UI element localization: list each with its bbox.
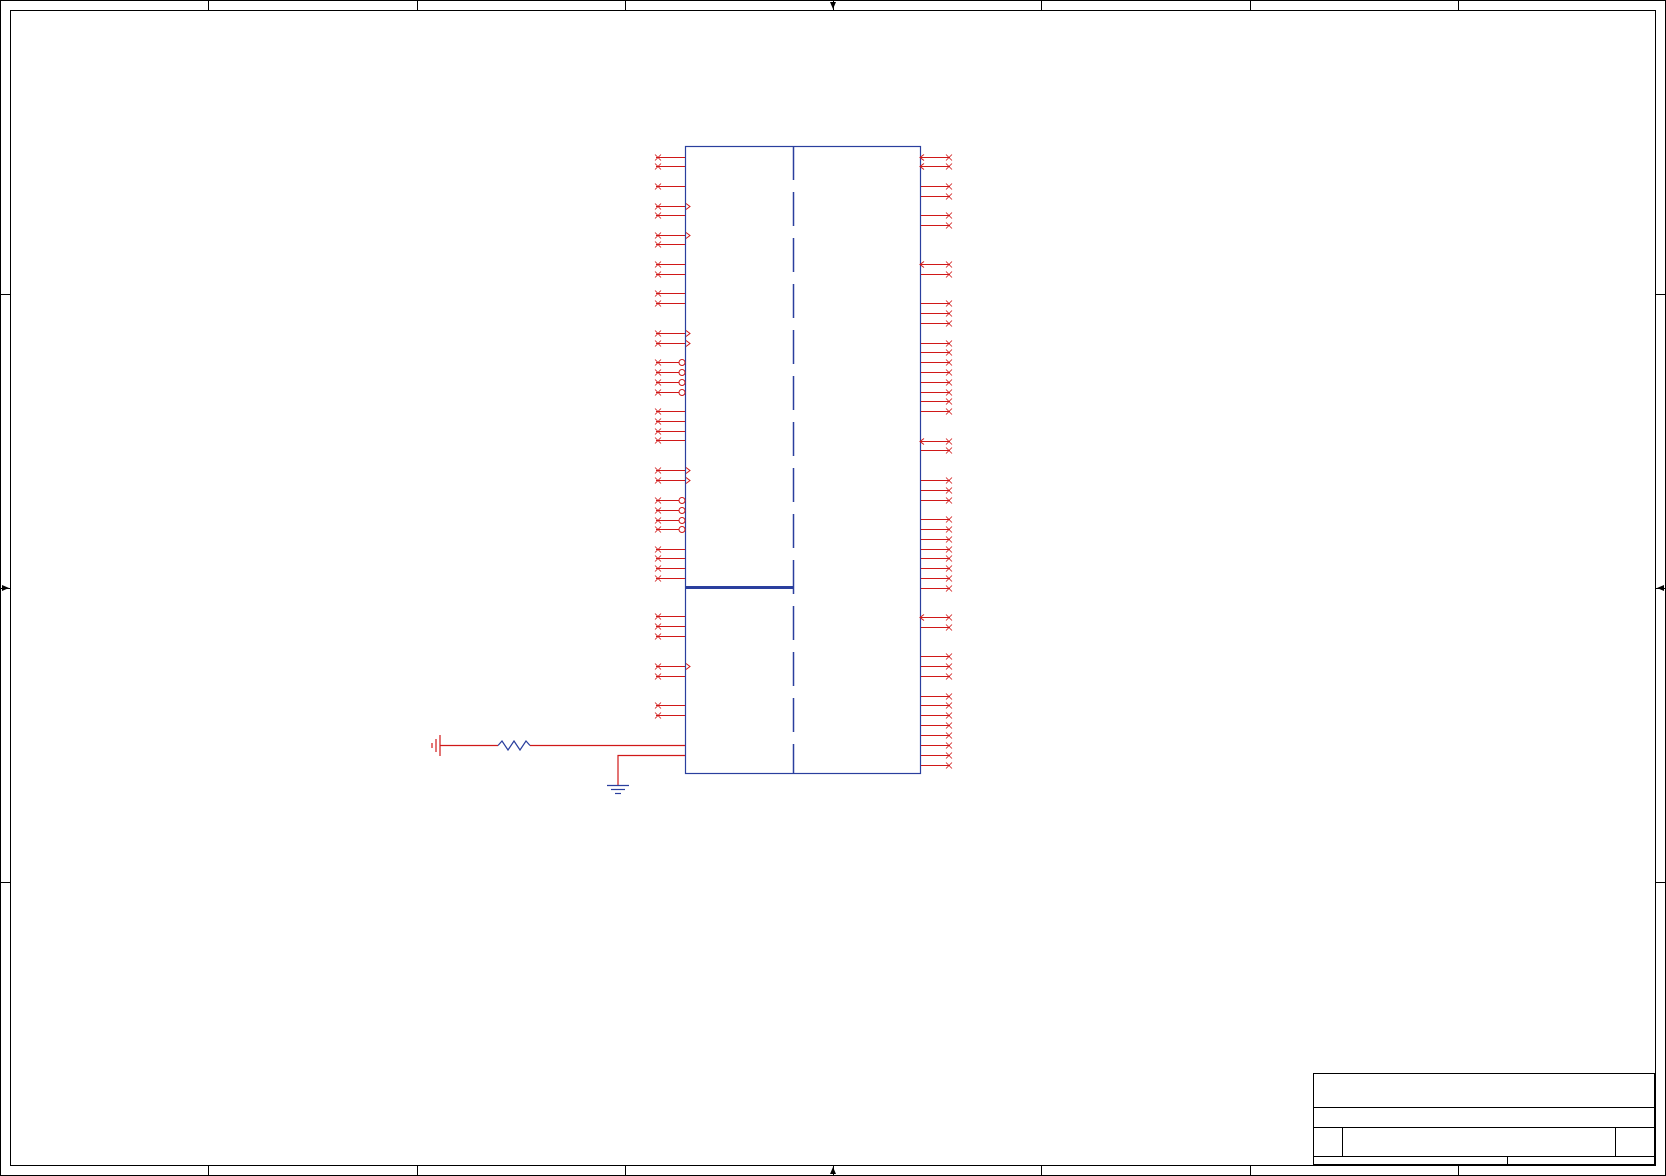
schematic-sheet (0, 0, 1666, 1176)
center-arrows (2, 2, 1664, 1174)
inversion-bubble (678, 389, 686, 396)
schematic-canvas (0, 0, 1666, 1176)
inversion-bubble (678, 497, 686, 504)
arrow-right (1657, 585, 1664, 591)
inner-border (10, 10, 1656, 1166)
left-pins (654, 154, 691, 719)
inversion-bubble (678, 359, 686, 366)
inversion-bubble (678, 517, 686, 524)
arrow-left (2, 585, 9, 591)
sheet-frame (0, 0, 1666, 1176)
wire-ground (617, 754, 685, 785)
ic-component[interactable] (684, 145, 922, 775)
title-block (1313, 1073, 1655, 1165)
inversion-bubble (678, 507, 686, 514)
inversion-bubble (678, 379, 686, 386)
ic-body[interactable] (684, 145, 922, 775)
input-arrow (685, 232, 691, 239)
resistor[interactable] (497, 739, 531, 752)
input-arrow (685, 203, 691, 210)
arrow-bottom (830, 1167, 836, 1174)
input-arrow (685, 663, 691, 670)
ground-left-symbol (431, 735, 441, 756)
termination-network (431, 735, 685, 795)
inversion-bubble (678, 526, 686, 533)
input-arrow (685, 477, 691, 484)
input-arrow (685, 340, 691, 347)
arrow-top (830, 2, 836, 9)
title-block-frame (1313, 1073, 1655, 1165)
zone-markers (0, 0, 1666, 1176)
input-arrow (685, 467, 691, 474)
input-arrow (685, 330, 691, 337)
inversion-bubble (678, 369, 686, 376)
outer-border (0, 0, 1666, 1176)
right-pins (919, 154, 953, 769)
ground-bottom-symbol (607, 784, 629, 795)
